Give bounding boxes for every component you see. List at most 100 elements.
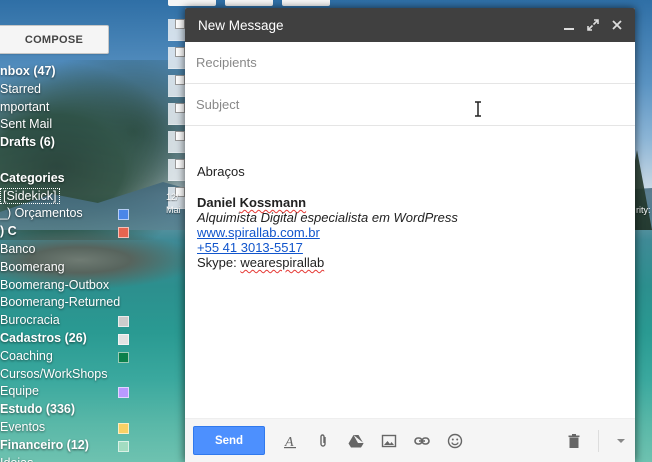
row-checkbox[interactable]	[175, 19, 185, 29]
sidebar-item[interactable]: Financeiro (12)	[0, 437, 140, 455]
label-color-swatch[interactable]	[118, 333, 129, 345]
sidebar-item[interactable]: Burocracia	[0, 312, 140, 330]
sidebar-item[interactable]: ) C	[0, 223, 140, 241]
text-cursor-icon	[475, 101, 481, 117]
signature-name: Daniel Kossmann	[197, 195, 623, 210]
sidebar-item-label: Boomerang-Returned	[0, 295, 121, 310]
sidebar-item-label: Starred	[0, 81, 41, 96]
sidebar-item-label: mportant	[0, 99, 50, 114]
sidebar-item-label: _) Orçamentos	[0, 206, 83, 221]
send-button[interactable]: Send	[193, 426, 265, 455]
expand-icon[interactable]	[581, 13, 605, 37]
message-body[interactable]: Abraços Daniel Kossmann Alquimista Digit…	[185, 126, 635, 270]
toolbar-button-hint[interactable]	[282, 0, 330, 6]
sidebar-item-label: Equipe	[0, 384, 39, 399]
row-checkbox[interactable]	[175, 103, 185, 113]
compose-title: New Message	[198, 17, 284, 33]
toolbar-button-hint[interactable]	[225, 0, 273, 6]
sidebar-item[interactable]: [Sidekick]	[0, 187, 140, 206]
skype-handle: wearespirallab	[240, 255, 325, 270]
sidebar-item[interactable]: Banco	[0, 241, 140, 259]
sidebar-item[interactable]: Equipe	[0, 383, 140, 401]
signature-skype: Skype: wearespirallab	[197, 255, 623, 270]
sidebar-item-label: Estudo (336)	[0, 402, 76, 417]
recipients-row	[185, 42, 635, 84]
sidebar-item-label: Boomerang	[0, 259, 65, 274]
sidebar-item-label: Drafts (6)	[0, 135, 55, 150]
row-checkbox[interactable]	[175, 47, 185, 57]
label-color-swatch[interactable]	[118, 387, 129, 399]
label-color-swatch[interactable]	[118, 209, 129, 221]
sidebar-item-label: Categories	[0, 170, 65, 185]
signature-phone-link[interactable]: +55 41 3013-5517	[197, 240, 623, 255]
signature-first-name: Daniel	[197, 195, 240, 210]
sidebar-item[interactable]: Idoias	[0, 455, 140, 462]
trash-icon[interactable]	[557, 426, 590, 455]
sidebar-item-label: Financeiro (12)	[0, 437, 89, 452]
drive-icon[interactable]	[339, 426, 372, 455]
sidebar-item-label: ) C	[0, 224, 17, 239]
sidebar-item[interactable]: Cadastros (26)	[0, 330, 140, 348]
greeting-text: Abraços	[197, 164, 245, 179]
toolbar-button-hint[interactable]	[168, 0, 216, 6]
compose-button[interactable]: COMPOSE	[0, 25, 109, 54]
emoji-icon[interactable]	[438, 426, 471, 455]
sidebar-item-label: Idoias	[0, 456, 33, 462]
subject-input[interactable]	[196, 97, 624, 112]
compose-header[interactable]: New Message	[185, 8, 635, 42]
photo-icon[interactable]	[372, 426, 405, 455]
minimize-icon[interactable]	[557, 13, 581, 37]
recipients-input[interactable]	[196, 55, 624, 70]
link-icon[interactable]	[405, 426, 438, 455]
sidebar-item[interactable]: nbox (47)	[0, 63, 140, 81]
label-color-swatch[interactable]	[118, 351, 129, 363]
sidebar-item-label: Boomerang-Outbox	[0, 277, 110, 292]
sidebar-item-label: [Sidekick]	[0, 187, 60, 204]
sidebar-item[interactable]: Coaching	[0, 348, 140, 366]
message-date-fragment: 12/	[166, 192, 179, 202]
row-checkbox[interactable]	[175, 131, 185, 141]
formatting-icon[interactable]: A	[273, 426, 306, 455]
sidebar-item[interactable]: ▸	[0, 152, 140, 170]
toolbar-divider	[598, 429, 599, 452]
message-date-fragment: Mai	[166, 205, 181, 215]
skype-label: Skype:	[197, 255, 241, 270]
close-icon[interactable]	[605, 13, 629, 37]
sidebar-item[interactable]: mportant	[0, 99, 140, 117]
label-color-swatch[interactable]	[118, 227, 129, 239]
sidebar-item[interactable]: _) Orçamentos	[0, 205, 140, 223]
sidebar-nav: nbox (47) Starred mportant Sent Mail Drafts …	[0, 63, 140, 462]
sidebar-item[interactable]: Categories	[0, 170, 140, 188]
subject-row	[185, 84, 635, 126]
signature-tagline: Alquimista Digital especialista em WordP…	[197, 210, 458, 225]
compose-window: New Message Abraços Daniel Kossmann Alqu…	[185, 8, 635, 462]
sidebar-item-label: Banco	[0, 241, 36, 256]
chevron-down-icon[interactable]	[607, 426, 635, 455]
sidebar-item[interactable]: Starred	[0, 81, 140, 99]
label-color-swatch[interactable]	[118, 422, 129, 434]
sidebar-item[interactable]: Boomerang	[0, 259, 140, 277]
attach-icon[interactable]	[306, 426, 339, 455]
sidebar-item[interactable]: Boomerang-Outbox	[0, 277, 140, 295]
sidebar-item-label: Coaching	[0, 348, 53, 363]
signature: Daniel Kossmann Alquimista Digital espec…	[197, 195, 623, 270]
label-color-swatch[interactable]	[118, 440, 129, 452]
signature-last-name: Kossmann	[239, 195, 307, 210]
sidebar-item[interactable]: Estudo (336)	[0, 401, 140, 419]
sidebar-item-label: nbox (47)	[0, 64, 56, 78]
svg-text:A: A	[284, 435, 294, 449]
sidebar-item-label: Sent Mail	[0, 117, 53, 132]
label-color-swatch[interactable]	[118, 316, 129, 328]
sidebar-item[interactable]: Boomerang-Returned	[0, 294, 140, 312]
signature-website-link[interactable]: www.spirallab.com.br	[197, 225, 623, 240]
row-checkbox[interactable]	[175, 75, 185, 85]
sidebar-item-label: Cursos/WorkShops	[0, 366, 108, 381]
sidebar-item-label: Cadastros (26)	[0, 330, 87, 345]
sidebar-item[interactable]: Drafts (6)	[0, 134, 140, 152]
sidebar-item[interactable]: Cursos/WorkShops	[0, 366, 140, 384]
message-text-fragment: rity:	[636, 205, 651, 215]
row-checkbox[interactable]	[175, 159, 185, 169]
sidebar-item[interactable]: Sent Mail	[0, 116, 140, 134]
sidebar-item[interactable]: Eventos	[0, 419, 140, 437]
sidebar-item-label: Burocracia	[0, 313, 60, 328]
